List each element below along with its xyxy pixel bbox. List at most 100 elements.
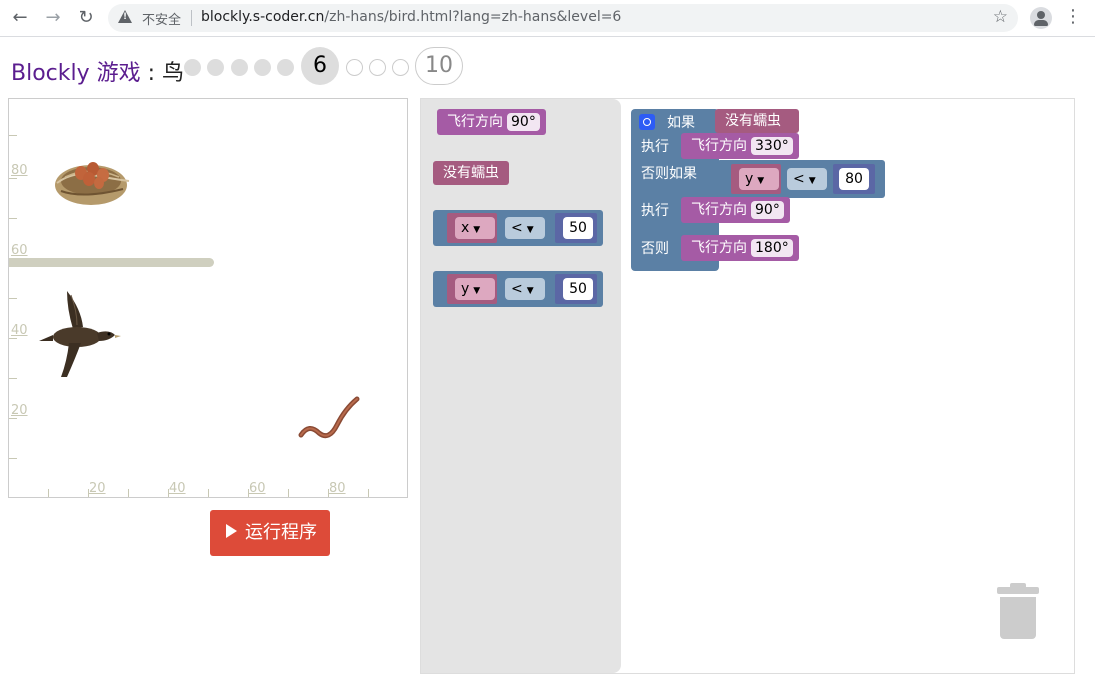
title-separator: :	[140, 61, 163, 86]
if-condition-label: 没有蠕虫	[725, 113, 781, 129]
level-last[interactable]: 10	[415, 47, 463, 85]
back-icon[interactable]: ←	[8, 6, 32, 30]
mutator-gear-icon[interactable]	[639, 114, 655, 130]
no-worm-label: 没有蠕虫	[443, 165, 499, 181]
page-title: Blockly 游戏 : 鸟	[11, 55, 184, 87]
x-label-40: 40	[169, 481, 186, 496]
level-dot-9[interactable]	[392, 59, 409, 76]
bird-icon	[39, 291, 121, 377]
y-variable-dropdown[interactable]: y ▼	[455, 278, 495, 300]
dropdown-arrow-icon: ▼	[526, 286, 534, 296]
toolbox-compare-x-block[interactable]: x ▼ < ▼ 50	[433, 210, 603, 246]
do-fly-label: 飞行方向	[691, 138, 747, 154]
y-tick	[9, 378, 17, 379]
x-label-60: 60	[249, 481, 266, 496]
warning-icon	[118, 10, 132, 23]
y-label-80: 80	[11, 163, 28, 178]
url-path: /zh-hans/bird.html?lang=zh-hans&level=6	[324, 9, 622, 25]
if-label: 如果	[667, 115, 695, 131]
do2-label: 执行	[641, 203, 669, 219]
y-operator-dropdown[interactable]: < ▼	[505, 278, 545, 300]
app-name[interactable]: Blockly 游戏	[11, 61, 141, 86]
y-tick	[9, 298, 17, 299]
forward-icon[interactable]: →	[41, 6, 65, 30]
y-op-text: <	[511, 281, 523, 297]
bookmark-star-icon[interactable]: ☆	[993, 7, 1008, 27]
blockly-workspace[interactable]: 飞行方向 90° 没有蠕虫 x ▼ < ▼ 50 y ▼ < ▼ 50 如果 没有蠕虫 执…	[420, 98, 1075, 674]
x-tick	[208, 489, 209, 497]
toolbox-no-worm-block[interactable]: 没有蠕虫	[433, 161, 509, 185]
level-dot-1[interactable]	[184, 59, 201, 76]
else-if-operator-dropdown[interactable]: < ▼	[787, 168, 827, 190]
y-var-text: y	[461, 281, 470, 297]
profile-avatar-icon[interactable]	[1030, 7, 1052, 29]
x-var-text: x	[461, 220, 470, 236]
do-fly-heading-block[interactable]: 飞行方向 330°	[681, 133, 799, 159]
x-label-20: 20	[89, 481, 106, 496]
trash-body	[1000, 597, 1036, 639]
else-if-number-field[interactable]: 80	[839, 168, 869, 190]
else-if-var-text: y	[745, 171, 754, 187]
toolbox-fly-heading-block[interactable]: 飞行方向 90°	[437, 109, 546, 135]
else-if-label: 否则如果	[641, 166, 697, 182]
nest-icon	[55, 162, 130, 205]
y-label-20: 20	[11, 403, 28, 418]
level-dot-4[interactable]	[254, 59, 271, 76]
x-tick	[48, 489, 49, 497]
level-dot-2[interactable]	[207, 59, 224, 76]
else-fly-heading-block[interactable]: 飞行方向 180°	[681, 235, 799, 261]
y-tick	[9, 135, 17, 136]
insecure-label: 不安全	[142, 13, 182, 28]
x-operator-dropdown[interactable]: < ▼	[505, 217, 545, 239]
url-host: blockly.s-coder.cn	[201, 9, 325, 25]
x-variable-dropdown[interactable]: x ▼	[455, 217, 495, 239]
do2-fly-angle[interactable]: 90°	[751, 201, 784, 219]
browser-toolbar: ← → ↻ 不安全 blockly.s-coder.cn/zh-hans/bir…	[0, 0, 1095, 37]
else-label: 否则	[641, 241, 669, 257]
x-tick	[128, 489, 129, 497]
dropdown-arrow-icon: ▼	[473, 225, 481, 235]
level-dot-5[interactable]	[277, 59, 294, 76]
do2-fly-heading-block[interactable]: 飞行方向 90°	[681, 197, 790, 223]
run-program-label: 运行程序	[245, 522, 317, 543]
do-label: 执行	[641, 139, 669, 155]
x-tick	[368, 489, 369, 497]
fly-heading-angle[interactable]: 90°	[507, 113, 540, 131]
address-bar[interactable]: 不安全 blockly.s-coder.cn/zh-hans/bird.html…	[108, 4, 1018, 32]
level-dot-3[interactable]	[231, 59, 248, 76]
if-condition-no-worm-block[interactable]: 没有蠕虫	[715, 109, 799, 133]
y-tick	[9, 458, 17, 459]
else-fly-label: 飞行方向	[691, 240, 747, 256]
y-tick	[9, 418, 17, 419]
level-dot-8[interactable]	[369, 59, 386, 76]
x-op-text: <	[511, 220, 523, 236]
else-if-compare-block[interactable]: y ▼ < ▼ 80	[717, 160, 885, 198]
x-tick	[288, 489, 289, 497]
y-tick	[9, 218, 17, 219]
else-if-op-text: <	[793, 171, 805, 187]
x-number-field[interactable]: 50	[563, 217, 593, 239]
do2-fly-label: 飞行方向	[691, 202, 747, 218]
level-current[interactable]: 6	[301, 47, 339, 85]
y-label-40: 40	[11, 323, 28, 338]
else-fly-angle[interactable]: 180°	[751, 239, 793, 257]
url-separator	[191, 10, 192, 26]
game-stage: 80 60 40 20 20 40 60 80	[8, 98, 408, 498]
more-menu-icon[interactable]: ⋮	[1064, 6, 1082, 27]
y-tick	[9, 178, 17, 179]
trash-can-icon[interactable]	[997, 583, 1039, 641]
fly-heading-label: 飞行方向	[447, 114, 503, 130]
toolbox-compare-y-block[interactable]: y ▼ < ▼ 50	[433, 271, 603, 307]
dropdown-arrow-icon: ▼	[757, 176, 765, 186]
y-number-field[interactable]: 50	[563, 278, 593, 300]
do-fly-angle[interactable]: 330°	[751, 137, 793, 155]
dropdown-arrow-icon: ▼	[526, 225, 534, 235]
else-if-variable-dropdown[interactable]: y ▼	[739, 168, 779, 190]
dropdown-arrow-icon: ▼	[808, 176, 816, 186]
wall	[9, 258, 214, 267]
reload-icon[interactable]: ↻	[74, 6, 98, 30]
run-program-button[interactable]: 运行程序	[210, 510, 330, 556]
y-label-60: 60	[11, 243, 28, 258]
game-name: 鸟	[162, 61, 185, 86]
level-dot-7[interactable]	[346, 59, 363, 76]
